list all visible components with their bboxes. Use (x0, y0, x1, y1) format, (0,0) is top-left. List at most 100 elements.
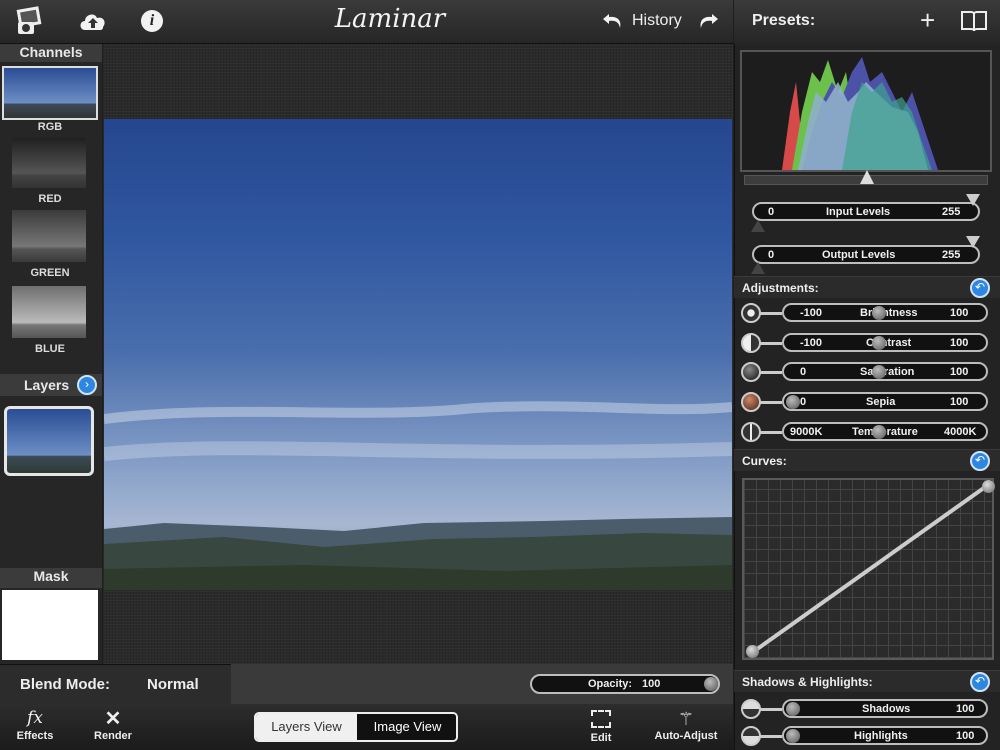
sepia-min: 0 (800, 396, 807, 408)
temperature-slider[interactable]: 9000K Temperature 4000K (782, 422, 988, 441)
contrast-knob[interactable] (872, 336, 886, 350)
output-levels-max: 255 (942, 249, 961, 261)
sepia-slider[interactable]: 0 Sepia 100 (782, 392, 988, 411)
curves-header: Curves: ↶ (734, 449, 1000, 471)
contrast-icon (741, 333, 761, 353)
shadows-max: 100 (956, 703, 975, 715)
input-levels-label: Input Levels (826, 206, 891, 218)
shadows-icon (741, 699, 761, 719)
channel-label: RGB (37, 121, 63, 133)
curve-point-high[interactable] (982, 480, 995, 493)
slider-stem (760, 708, 782, 711)
output-level-low-handle[interactable] (751, 262, 765, 274)
auto-adjust-button[interactable]: ⚚ Auto-Adjust (646, 708, 726, 748)
shadows-knob[interactable] (786, 702, 800, 716)
shadows-highlights-reset-icon[interactable]: ↶ (970, 672, 990, 692)
slider-stem (760, 342, 782, 345)
edit-button[interactable]: Edit (580, 708, 622, 748)
sepia-knob[interactable] (786, 395, 800, 409)
contrast-min: -100 (800, 337, 823, 349)
brightness-slider[interactable]: -100 Brightness 100 (782, 303, 988, 322)
opacity-knob[interactable] (704, 677, 718, 691)
slider-stem (760, 401, 782, 404)
undo-icon[interactable] (601, 10, 625, 32)
sepia-label: Sepia (866, 396, 896, 408)
layers-header: Layers › (0, 374, 102, 396)
layers-view-tab[interactable]: Layers View (256, 714, 357, 740)
sepia-max: 100 (950, 396, 969, 408)
cloud-upload-icon[interactable] (78, 8, 108, 34)
saturation-min: 0 (800, 366, 807, 378)
curves-editor[interactable] (742, 478, 995, 660)
mask-thumbnail[interactable] (2, 590, 98, 660)
opacity-slider[interactable]: Opacity: 100 (530, 674, 720, 694)
effects-button[interactable]: fx Effects (12, 708, 58, 748)
output-level-high-handle[interactable] (966, 236, 980, 248)
channels-header: Channels (0, 44, 102, 62)
brightness-min: -100 (800, 307, 823, 319)
input-levels-slider[interactable]: 0 Input Levels 255 (752, 202, 980, 221)
thermometer-icon (741, 422, 761, 442)
layer-thumbnail[interactable] (4, 406, 94, 476)
auto-adjust-label: Auto-Adjust (654, 730, 718, 742)
slider-stem (760, 431, 782, 434)
histogram-midpoint-handle[interactable] (860, 170, 874, 184)
image-view-tab[interactable]: Image View (357, 714, 456, 740)
curve-point-low[interactable] (746, 645, 759, 658)
brightness-icon (741, 303, 761, 323)
channel-blue[interactable]: BLUE (0, 284, 100, 358)
magic-wand-icon: ⚚ (677, 709, 695, 729)
mask-header: Mask (0, 568, 102, 588)
info-icon[interactable]: i (141, 10, 163, 32)
curves-title: Curves: (742, 454, 787, 468)
sepia-icon (741, 392, 761, 412)
photo-library-icon[interactable] (14, 6, 44, 36)
curves-reset-icon[interactable]: ↶ (970, 451, 990, 471)
shadows-slider[interactable]: 0 Shadows 100 (782, 699, 988, 718)
blend-mode-select[interactable]: Normal (147, 676, 199, 693)
opacity-label: Opacity: (588, 678, 633, 690)
highlights-slider[interactable]: 0 Highlights 100 (782, 726, 988, 745)
highlights-knob[interactable] (786, 729, 800, 743)
adjustments-reset-icon[interactable]: ↶ (970, 278, 990, 298)
blend-mode-label: Blend Mode: (20, 676, 110, 693)
channel-thumbnail (12, 210, 86, 262)
highlights-label: Highlights (854, 730, 908, 742)
fx-icon: fx (27, 708, 43, 728)
slider-stem (760, 312, 782, 315)
effects-label: Effects (16, 730, 54, 742)
temperature-min: 9000K (790, 426, 823, 438)
channel-red[interactable]: RED (0, 136, 100, 208)
contrast-slider[interactable]: -100 Contrast 100 (782, 333, 988, 352)
saturation-knob[interactable] (872, 365, 886, 379)
photo-canvas[interactable] (104, 119, 732, 590)
presets-title: Presets: (752, 12, 816, 29)
temperature-knob[interactable] (872, 425, 886, 439)
view-toggle: Layers View Image View (254, 712, 458, 742)
render-icon: ✕ (104, 708, 122, 730)
channel-thumbnail (12, 286, 86, 338)
opacity-value: 100 (642, 678, 661, 690)
input-level-high-handle[interactable] (966, 194, 980, 206)
add-preset-icon[interactable]: + (920, 6, 935, 34)
histogram (740, 50, 992, 172)
saturation-icon (741, 362, 761, 382)
saturation-slider[interactable]: 0 Saturation 100 (782, 362, 988, 381)
adjustments-header: Adjustments: ↶ (734, 276, 1000, 298)
render-label: Render (94, 730, 132, 742)
brightness-knob[interactable] (872, 306, 886, 320)
book-icon[interactable] (960, 10, 988, 32)
channel-rgb[interactable]: RGB (0, 64, 100, 136)
shadows-highlights-title: Shadows & Highlights: (742, 675, 873, 689)
history-button[interactable]: History (632, 12, 682, 30)
render-button[interactable]: ✕ Render (88, 708, 138, 748)
layers-expand-button[interactable]: › (77, 375, 97, 395)
adjustments-title: Adjustments: (742, 281, 819, 295)
app-logo: Laminar (334, 4, 446, 34)
channel-green[interactable]: GREEN (0, 208, 100, 282)
shadows-highlights-header: Shadows & Highlights: ↶ (734, 670, 1000, 692)
redo-icon[interactable] (696, 10, 720, 32)
output-levels-slider[interactable]: 0 Output Levels 255 (752, 245, 980, 264)
input-level-low-handle[interactable] (751, 220, 765, 232)
edit-label: Edit (590, 732, 612, 744)
